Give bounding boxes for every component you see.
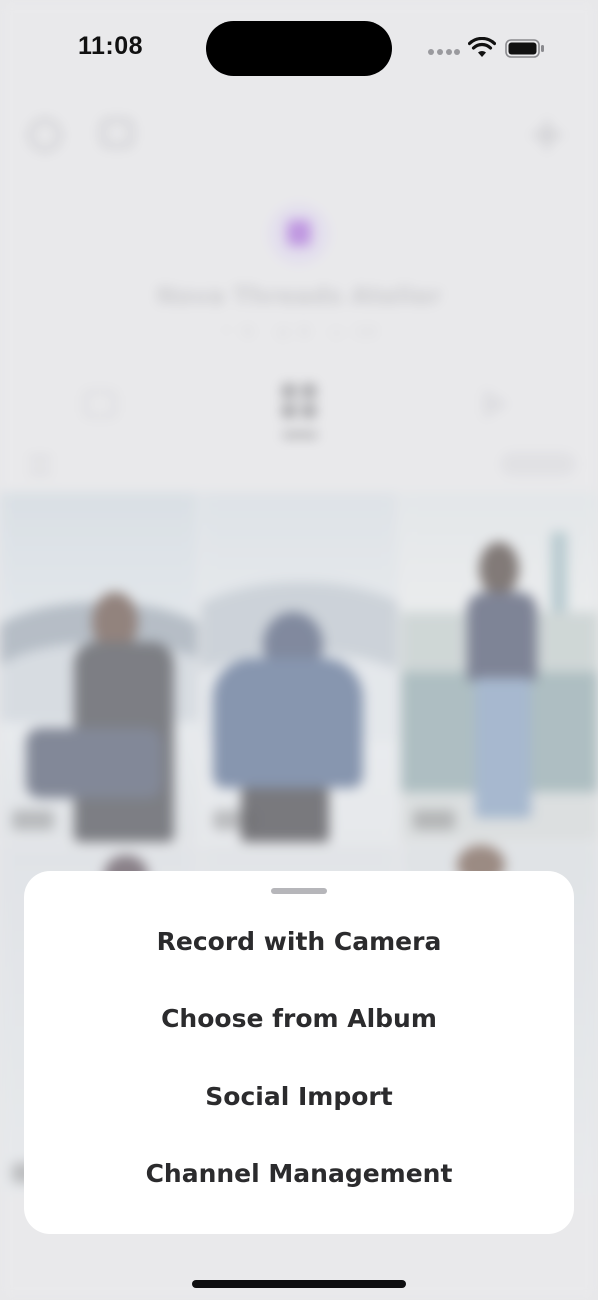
- sheet-grabber[interactable]: [271, 888, 327, 894]
- battery-icon: [505, 39, 544, 58]
- dynamic-island: [206, 21, 392, 76]
- cellular-dots-icon: [428, 49, 460, 55]
- status-time: 11:08: [78, 32, 144, 60]
- status-bar: 11:08: [0, 0, 598, 96]
- screen: Nova Threads Atelier ♡ 6 · ◎ 6 · ▷ 10 11…: [0, 0, 598, 1300]
- wifi-icon: [468, 37, 496, 57]
- social-import-button[interactable]: Social Import: [24, 1067, 574, 1127]
- action-sheet: Record with Camera Choose from Album Soc…: [24, 871, 574, 1234]
- choose-from-album-button[interactable]: Choose from Album: [24, 989, 574, 1049]
- channel-management-button[interactable]: Channel Management: [24, 1144, 574, 1204]
- home-indicator[interactable]: [192, 1280, 406, 1288]
- record-with-camera-button[interactable]: Record with Camera: [24, 912, 574, 972]
